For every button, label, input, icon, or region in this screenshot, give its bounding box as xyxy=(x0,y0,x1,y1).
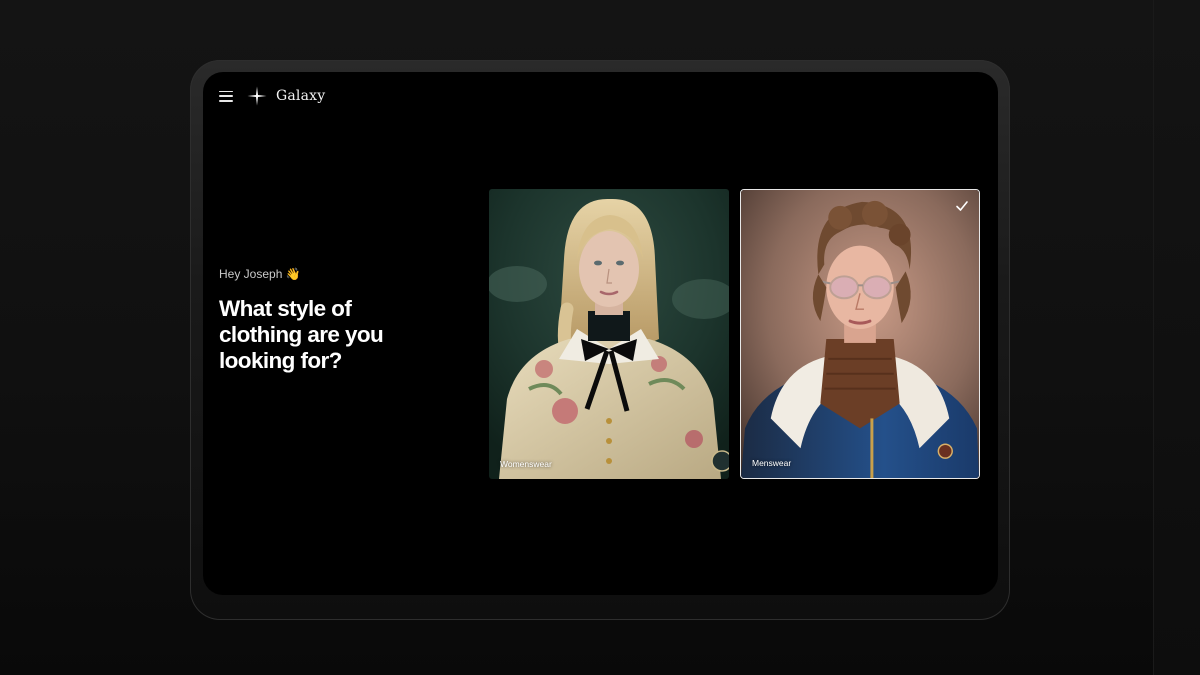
brand-name[interactable]: Galaxy xyxy=(276,88,325,104)
top-bar: Galaxy xyxy=(219,85,325,107)
greeting-text: Hey Joseph 👋 xyxy=(219,267,301,281)
option-card-menswear[interactable]: Menswear xyxy=(740,189,980,479)
option-card-womenswear[interactable]: Womenswear xyxy=(489,189,729,479)
sparkle-star-icon xyxy=(247,86,267,106)
check-icon xyxy=(956,201,968,211)
background-strip xyxy=(1153,0,1200,675)
option-label-womenswear: Womenswear xyxy=(500,459,552,469)
page-question: What style of clothing are you looking f… xyxy=(219,296,384,373)
app-screen: Galaxy Hey Joseph 👋 What style of clothi… xyxy=(203,72,998,595)
menswear-image xyxy=(741,190,979,478)
menu-icon[interactable] xyxy=(219,90,233,102)
womenswear-image xyxy=(489,189,729,479)
option-label-menswear: Menswear xyxy=(752,458,792,468)
